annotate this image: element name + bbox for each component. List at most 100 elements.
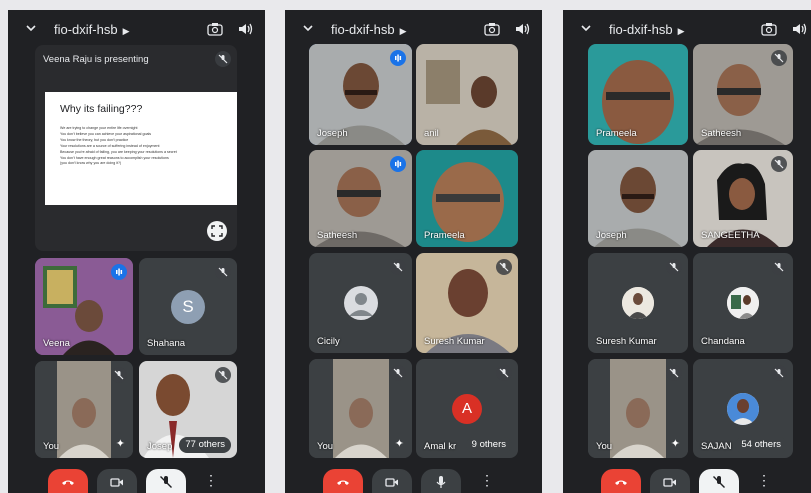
end-call-button[interactable] [323, 469, 363, 493]
mic-off-icon [713, 476, 725, 488]
speaker-icon[interactable] [791, 22, 807, 36]
self-view-tile[interactable]: You ✦ [309, 359, 412, 458]
participant-tile[interactable]: A Amal kr 9 others [416, 359, 518, 458]
more-options-icon[interactable]: ⋮ [479, 471, 495, 489]
camera-switch-icon[interactable] [207, 22, 223, 36]
participant-tile[interactable]: Cicily [309, 253, 412, 353]
meeting-code-label: fio-dxif-hsb [54, 22, 118, 37]
participant-name: anil [424, 128, 439, 139]
participant-name: You [317, 441, 334, 452]
participant-name: Suresh Kumar [596, 336, 657, 347]
camera-switch-icon[interactable] [761, 22, 777, 36]
participant-tile[interactable]: Satheesh [693, 44, 793, 145]
end-call-button[interactable] [48, 469, 88, 493]
participant-name: Cicily [317, 336, 340, 347]
participant-name: Chandana [701, 336, 745, 347]
end-call-icon [62, 480, 74, 485]
participant-tile[interactable]: Prameela [416, 150, 518, 247]
video-icon [385, 478, 398, 487]
end-call-icon [337, 480, 349, 485]
presentation-tile[interactable]: Veena Raju is presenting Why its failing… [35, 45, 237, 251]
call-controls: ⋮ [563, 463, 811, 493]
speaking-icon [390, 50, 406, 66]
participant-tile[interactable]: SANGEETHA [693, 150, 793, 247]
video-button[interactable] [372, 469, 412, 493]
others-count-badge[interactable]: 77 others [179, 437, 231, 453]
participant-tile[interactable]: Suresh Kumar [588, 253, 688, 353]
meeting-code[interactable]: fio-dxif-hsb ▶ [609, 22, 685, 37]
phone-screen-2: fio-dxif-hsb ▶ Joseph anil Satheesh Prame… [285, 10, 542, 493]
fullscreen-icon[interactable] [207, 221, 227, 241]
participant-name: Satheesh [317, 230, 358, 241]
speaker-icon[interactable] [514, 22, 530, 36]
mic-off-icon [666, 365, 682, 381]
mic-off-icon [215, 367, 231, 383]
self-view-tile[interactable]: You ✦ [588, 359, 688, 458]
participant-tile[interactable]: S Shahana [139, 258, 237, 355]
slide-bullet: Your resolutions are a source of sufferi… [60, 144, 160, 148]
self-view-tile[interactable]: You ✦ [35, 361, 133, 458]
participant-name: SANGEETHA [701, 230, 760, 241]
caret-right-icon: ▶ [122, 26, 130, 36]
others-count-badge[interactable]: 54 others [735, 437, 787, 453]
slide-title: Why its failing??? [60, 103, 143, 115]
participant-tile[interactable]: Suresh Kumar [416, 253, 518, 353]
call-controls: ⋮ [8, 463, 265, 493]
participant-tile[interactable]: Satheesh [309, 150, 412, 247]
mic-off-icon [215, 264, 231, 280]
avatar [343, 286, 378, 320]
mic-off-icon [771, 259, 787, 275]
mic-button[interactable] [699, 469, 739, 493]
mic-off-icon [390, 259, 406, 275]
participant-name: SAJAN [701, 441, 732, 452]
video-button[interactable] [97, 469, 137, 493]
meeting-code-label: fio-dxif-hsb [331, 22, 395, 37]
caret-right-icon: ▶ [399, 26, 407, 36]
end-call-button[interactable] [601, 469, 641, 493]
mic-off-icon [390, 365, 406, 381]
mic-off-icon [496, 365, 512, 381]
video-button[interactable] [650, 469, 690, 493]
participant-tile[interactable]: Joseph [309, 44, 412, 145]
video-icon [110, 478, 123, 487]
participant-name: Veena [43, 338, 70, 349]
slide-bullet: You don't believe you can achieve your a… [60, 132, 152, 136]
avatar [727, 287, 759, 319]
more-options-icon[interactable]: ⋮ [756, 471, 772, 489]
slide-bullet: You don't have enough great reasons to a… [60, 156, 169, 160]
mic-off-icon [496, 259, 512, 275]
phone-screen-1: fio-dxif-hsb ▶ Veena Raju is presenting W… [8, 10, 265, 493]
video-icon [663, 478, 676, 487]
mic-button[interactable] [146, 469, 186, 493]
participant-tile[interactable]: Prameela [588, 44, 688, 145]
participant-name: Prameela [596, 128, 637, 139]
chevron-down-icon[interactable] [25, 22, 37, 34]
mic-off-icon [111, 367, 127, 383]
meeting-code[interactable]: fio-dxif-hsb ▶ [331, 22, 407, 37]
chevron-down-icon[interactable] [580, 22, 592, 34]
participant-tile[interactable]: Veena [35, 258, 133, 355]
sparkle-icon[interactable]: ✦ [395, 437, 404, 450]
chevron-down-icon[interactable] [302, 22, 314, 34]
meeting-code[interactable]: fio-dxif-hsb ▶ [54, 22, 130, 37]
speaker-icon[interactable] [237, 22, 253, 36]
caret-right-icon: ▶ [677, 26, 685, 36]
participant-name: Suresh Kumar [424, 336, 485, 347]
participant-tile[interactable]: Joseph [588, 150, 688, 247]
others-count-badge[interactable]: 9 others [465, 437, 512, 453]
participant-tile[interactable]: anil [416, 44, 518, 145]
participant-tile[interactable]: Chandana [693, 253, 793, 353]
top-bar: fio-dxif-hsb ▶ [8, 10, 265, 50]
phone-screen-3: fio-dxif-hsb ▶ Prameela Satheesh Joseph S… [563, 10, 811, 493]
mic-off-icon [771, 156, 787, 172]
sparkle-icon[interactable]: ✦ [116, 437, 125, 450]
mic-icon [436, 476, 446, 488]
camera-switch-icon[interactable] [484, 22, 500, 36]
participant-tile[interactable]: SAJAN 54 others [693, 359, 793, 458]
more-options-icon[interactable]: ⋮ [203, 471, 219, 489]
mic-off-icon [771, 50, 787, 66]
end-call-icon [615, 480, 627, 485]
sparkle-icon[interactable]: ✦ [671, 437, 680, 450]
participant-tile[interactable]: Josep 77 others [139, 361, 237, 458]
mic-button[interactable] [421, 469, 461, 493]
